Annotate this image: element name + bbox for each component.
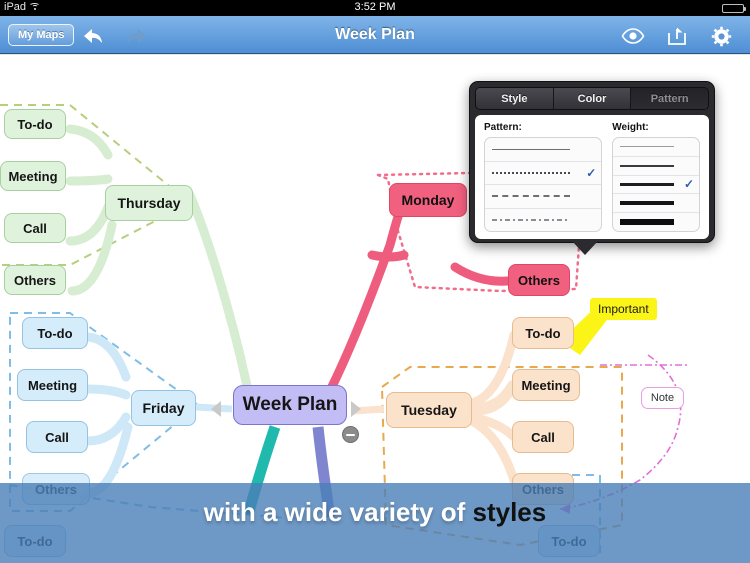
- pattern-option-dash-dot[interactable]: [485, 209, 601, 232]
- node-tuesday-todo[interactable]: To-do: [512, 317, 574, 349]
- weight-option-thin[interactable]: [613, 157, 699, 176]
- weight-sample-thick: [620, 201, 674, 206]
- tab-style[interactable]: Style: [476, 88, 554, 109]
- node-root-week-plan[interactable]: Week Plan: [233, 385, 347, 425]
- popup-tab-bar: Style Color Pattern: [475, 87, 709, 110]
- share-icon[interactable]: [662, 24, 692, 48]
- collapse-minus-button[interactable]: [342, 426, 359, 443]
- style-popup: Style Color Pattern Pattern: ✓ Weight: ✓: [469, 81, 715, 255]
- tab-pattern[interactable]: Pattern: [631, 88, 708, 109]
- node-thursday-todo[interactable]: To-do: [4, 109, 66, 139]
- promo-banner: with a wide variety of styles: [0, 483, 750, 563]
- pattern-option-dotted[interactable]: ✓: [485, 162, 602, 185]
- weight-option-heavy[interactable]: [613, 213, 699, 231]
- status-bar-clock: 3:52 PM: [354, 1, 396, 13]
- node-thursday-call[interactable]: Call: [4, 213, 66, 243]
- tab-color[interactable]: Color: [553, 88, 632, 109]
- app-toolbar: My Maps Week Plan: [0, 16, 750, 57]
- weight-option-medium[interactable]: ✓: [613, 176, 699, 195]
- node-friday-call[interactable]: Call: [26, 421, 88, 453]
- pattern-sample-dashed: [492, 195, 571, 198]
- node-thursday-meeting[interactable]: Meeting: [0, 161, 66, 191]
- node-monday[interactable]: Monday: [389, 183, 467, 217]
- app-root: iPad 3:52 PM My Maps Week Plan To-do Mee…: [0, 0, 750, 563]
- pattern-sample-dash-dot: [492, 218, 571, 221]
- pattern-dotted-check: ✓: [586, 165, 597, 180]
- gear-icon[interactable]: [706, 24, 736, 48]
- battery-icon: [722, 4, 746, 13]
- pattern-column-label: Pattern:: [484, 122, 522, 133]
- promo-emphasis: styles: [472, 497, 547, 527]
- node-tuesday-meeting[interactable]: Meeting: [512, 369, 580, 401]
- collapse-right-arrow[interactable]: [351, 401, 361, 417]
- weight-sample-heavy: [620, 219, 674, 226]
- weight-column: Weight: ✓: [612, 122, 700, 232]
- popup-pointer-tail: [572, 241, 598, 255]
- weight-option-hairline[interactable]: [613, 138, 699, 157]
- node-friday[interactable]: Friday: [131, 390, 196, 426]
- status-bar: iPad 3:52 PM: [0, 0, 750, 16]
- pattern-option-solid[interactable]: [485, 138, 602, 162]
- weight-option-thick[interactable]: [613, 194, 699, 214]
- eye-icon[interactable]: [618, 24, 648, 48]
- promo-prefix: with a wide variety of: [203, 497, 473, 527]
- pattern-option-dashed[interactable]: [485, 185, 602, 209]
- collapse-left-arrow[interactable]: [211, 401, 221, 417]
- node-friday-meeting[interactable]: Meeting: [17, 369, 88, 401]
- node-monday-others[interactable]: Others: [508, 264, 570, 296]
- node-note[interactable]: Note: [641, 387, 684, 409]
- node-thursday[interactable]: Thursday: [105, 185, 193, 221]
- weight-column-label: Weight:: [612, 122, 649, 133]
- promo-banner-text: with a wide variety of styles: [204, 497, 546, 528]
- node-tuesday-call[interactable]: Call: [512, 421, 574, 453]
- popup-body: Pattern: ✓ Weight: ✓: [475, 115, 709, 239]
- weight-medium-check: ✓: [683, 177, 694, 192]
- node-tuesday[interactable]: Tuesday: [386, 392, 472, 428]
- weight-sample-thin: [620, 164, 674, 167]
- pattern-list: ✓: [484, 137, 603, 232]
- pattern-sample-dotted: [492, 171, 571, 174]
- weight-sample-medium: [620, 182, 674, 186]
- pattern-sample-solid: [492, 148, 571, 150]
- weight-list: ✓: [612, 137, 700, 232]
- pattern-column: Pattern: ✓: [484, 122, 603, 232]
- callout-important[interactable]: Important: [590, 298, 657, 320]
- node-thursday-others[interactable]: Others: [4, 265, 66, 295]
- node-friday-todo[interactable]: To-do: [22, 317, 88, 349]
- weight-sample-hairline: [620, 146, 674, 148]
